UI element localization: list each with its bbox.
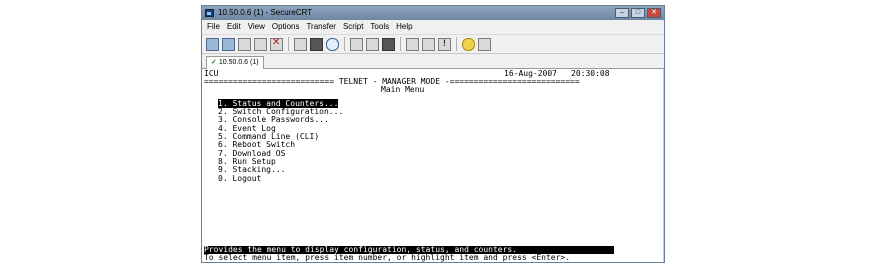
menu-transfer[interactable]: Transfer — [304, 20, 341, 34]
quick-connect-icon[interactable] — [222, 37, 235, 51]
toolbar-separator — [344, 37, 345, 51]
disconnect-icon[interactable] — [270, 37, 283, 51]
menu-file[interactable]: File — [205, 20, 225, 34]
menu-item-logout[interactable]: 0. Logout — [218, 174, 261, 183]
menu-bar: File Edit View Options Transfer Script T… — [202, 20, 664, 34]
menu-script[interactable]: Script — [341, 20, 368, 34]
status-hint-line: To select menu item, press item number, … — [204, 253, 571, 262]
menu-title: Main Menu — [381, 85, 425, 94]
tab-label: 10.50.0.6 (1) — [218, 59, 259, 66]
window-controls: – □ ✕ — [615, 8, 661, 18]
copy-icon[interactable] — [294, 37, 307, 51]
terminal-right-border — [663, 69, 664, 262]
maximize-button[interactable]: □ — [631, 8, 645, 18]
securecrt-app-icon — [205, 9, 214, 17]
menu-tools[interactable]: Tools — [368, 20, 394, 34]
print-icon[interactable] — [382, 37, 395, 51]
title-bar[interactable]: 10.50.0.6 (1) - SecureCRT – □ ✕ — [202, 6, 664, 20]
find-icon[interactable] — [326, 37, 339, 51]
window-title: 10.50.0.6 (1) - SecureCRT — [218, 8, 313, 17]
connected-check-icon: ✓ — [211, 59, 217, 66]
global-options-icon[interactable] — [422, 37, 435, 51]
toolbar-separator — [456, 37, 457, 51]
menu-edit[interactable]: Edit — [225, 20, 246, 34]
minimize-button[interactable]: – — [615, 8, 629, 18]
help-icon[interactable] — [462, 37, 475, 51]
toolbar — [202, 34, 664, 54]
connect-icon[interactable] — [206, 37, 219, 51]
print-screen-icon[interactable] — [366, 37, 379, 51]
about-icon[interactable] — [478, 37, 491, 51]
tab-session-10-50-0-6[interactable]: ✓ 10.50.0.6 (1) — [206, 56, 264, 69]
session-tab-bar: ✓ 10.50.0.6 (1) — [202, 54, 664, 69]
securecrt-window: 10.50.0.6 (1) - SecureCRT – □ ✕ File Edi… — [201, 5, 665, 263]
print-setup-icon[interactable] — [350, 37, 363, 51]
toolbar-separator — [288, 37, 289, 51]
connect-in-tab-icon[interactable] — [238, 37, 251, 51]
close-button[interactable]: ✕ — [647, 8, 661, 18]
menu-help[interactable]: Help — [394, 20, 417, 34]
toolbar-separator — [400, 37, 401, 51]
terminal-screen[interactable]: ICU 16-Aug-2007 20:30:08 ===============… — [202, 69, 664, 262]
session-options-icon[interactable] — [406, 37, 419, 51]
menu-view[interactable]: View — [246, 20, 270, 34]
menu-options[interactable]: Options — [270, 20, 305, 34]
paste-icon[interactable] — [310, 37, 323, 51]
keymap-icon[interactable] — [438, 37, 451, 51]
reconnect-icon[interactable] — [254, 37, 267, 51]
